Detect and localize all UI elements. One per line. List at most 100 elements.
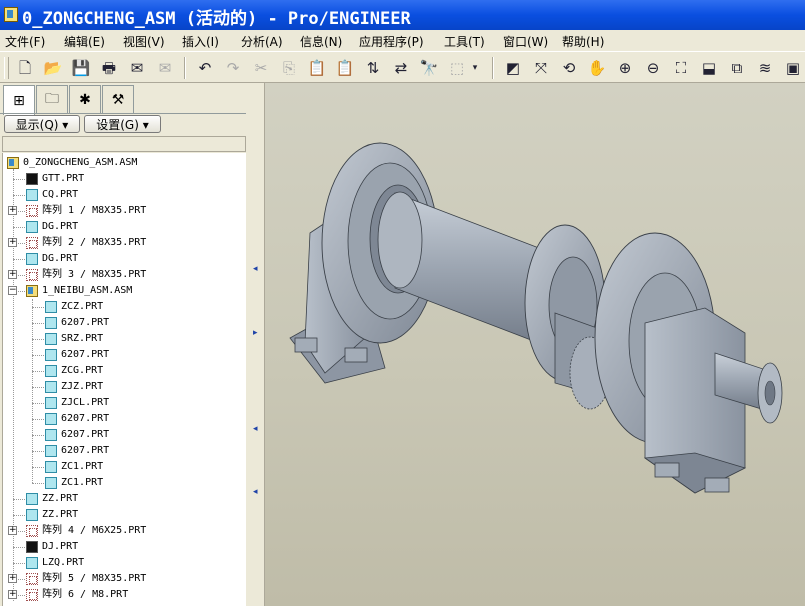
part-icon (26, 253, 38, 265)
pan-hand-icon[interactable]: ✋ (586, 57, 608, 79)
toolbar-grip[interactable] (4, 57, 9, 79)
tree-item-label: CQ.PRT (42, 189, 79, 200)
select-box-icon[interactable]: ⬚ (446, 57, 468, 79)
copy-icon[interactable]: ⎘ (278, 57, 300, 79)
menu-help[interactable]: 帮助(H) (562, 33, 604, 50)
find-icon[interactable]: 🔭 (418, 57, 440, 79)
part-icon (45, 477, 57, 489)
tree-item-label: ZJZ.PRT (61, 381, 104, 392)
tree-item-label: 6207.PRT (61, 349, 110, 360)
redo-icon[interactable]: ↷ (222, 57, 244, 79)
menu-edit[interactable]: 编辑(E) (64, 33, 105, 50)
pattern-icon (26, 269, 38, 281)
mail-recipient-icon[interactable]: ✉ (154, 57, 176, 79)
tree-item-label: 阵列 6 / M8.PRT (42, 589, 129, 600)
pattern-icon (26, 525, 38, 537)
menu-view[interactable]: 视图(V) (123, 33, 165, 50)
saved-views-icon[interactable]: ⧉ (726, 57, 748, 79)
expand-node-icon[interactable]: + (8, 590, 17, 599)
expand-node-icon[interactable]: + (8, 574, 17, 583)
tree-guide-line (13, 515, 25, 516)
tree-item-label: 阵列 4 / M6X25.PRT (42, 525, 147, 536)
menu-tools[interactable]: 工具(T) (444, 33, 485, 50)
collapse-node-icon[interactable]: − (8, 286, 17, 295)
tree-guide-line (32, 483, 44, 484)
toolbar-separator (492, 57, 494, 79)
expand-node-icon[interactable]: + (8, 206, 17, 215)
tree-guide-line (32, 419, 44, 420)
tree-guide-line (13, 499, 25, 500)
toolbar-separator (184, 57, 186, 79)
tab-folder-browser[interactable]: 🗀 (36, 85, 68, 113)
app-icon (4, 7, 18, 22)
tree-guide-line (32, 355, 44, 356)
display-dropdown[interactable]: 显示(Q) ▾ (4, 115, 80, 133)
menu-bar: 文件(F) 编辑(E) 视图(V) 插入(I) 分析(A) 信息(N) 应用程序… (0, 30, 805, 51)
zoom-out-icon[interactable]: ⊖ (642, 57, 664, 79)
collapse-arrow-icon[interactable]: ◂ (253, 488, 258, 497)
chevron-down-icon[interactable]: ▾ (468, 57, 482, 79)
undo-icon[interactable]: ↶ (194, 57, 216, 79)
navigator-panel: ⊞ 🗀 ✱ ⚒ 显示(Q) ▾ 设置(G) ▾ 0_ZONGCHENG_ASM.… (0, 83, 250, 606)
menu-file[interactable]: 文件(F) (5, 33, 45, 50)
menu-window[interactable]: 窗口(W) (503, 33, 548, 50)
folder-icon: 🗀 (45, 90, 59, 107)
repaint-icon[interactable]: ◩ (502, 57, 524, 79)
tree-guide-line (13, 547, 25, 548)
collapse-arrow-icon[interactable]: ◂ (253, 425, 258, 434)
title-bar: 0_ZONGCHENG_ASM (活动的) - Pro/ENGINEER (0, 0, 805, 30)
settings-dropdown[interactable]: 设置(G) ▾ (84, 115, 161, 133)
menu-applications[interactable]: 应用程序(P) (359, 33, 424, 50)
model-display-icon[interactable]: ▣ (782, 57, 804, 79)
part-icon (45, 317, 57, 329)
tree-item-label: ZC1.PRT (61, 461, 104, 472)
tree-guide-line (32, 371, 44, 372)
open-folder-icon[interactable]: 📂 (42, 57, 64, 79)
layers-icon[interactable]: ≋ (754, 57, 776, 79)
regenerate-icon[interactable]: ⇅ (362, 57, 384, 79)
menu-analysis[interactable]: 分析(A) (241, 33, 283, 50)
expand-node-icon[interactable]: + (8, 270, 17, 279)
tab-model-tree[interactable]: ⊞ (3, 85, 35, 115)
part-icon (45, 301, 57, 313)
regenerate-manager-icon[interactable]: ⇄ (390, 57, 412, 79)
part-icon (45, 333, 57, 345)
graphics-window[interactable] (265, 83, 805, 606)
spin-center-icon[interactable]: ⤧ (530, 57, 552, 79)
refit-icon[interactable]: ⛶ (670, 57, 692, 79)
tab-connections[interactable]: ⚒ (102, 85, 134, 113)
paste-icon[interactable]: 📋 (306, 57, 328, 79)
tree-item-label: 6207.PRT (61, 445, 110, 456)
tree-item-label: LZQ.PRT (42, 557, 85, 568)
part-icon (45, 445, 57, 457)
mail-icon[interactable]: ✉ (126, 57, 148, 79)
part-icon (45, 397, 57, 409)
black-part-icon (26, 541, 38, 553)
menu-insert[interactable]: 插入(I) (182, 33, 219, 50)
expand-node-icon[interactable]: + (8, 238, 17, 247)
paste-special-icon[interactable]: 📋 (334, 57, 356, 79)
part-icon (45, 461, 57, 473)
save-icon[interactable]: 💾 (70, 57, 92, 79)
zoom-in-icon[interactable]: ⊕ (614, 57, 636, 79)
tree-item-label: DJ.PRT (42, 541, 79, 552)
reorient-icon[interactable]: ⬓ (698, 57, 720, 79)
pattern-icon (26, 237, 38, 249)
tree-item-label: ZZ.PRT (42, 509, 79, 520)
cut-icon[interactable]: ✂ (250, 57, 272, 79)
model-tree-icon: ⊞ (13, 92, 25, 109)
orient-mode-icon[interactable]: ⟲ (558, 57, 580, 79)
tab-divider (0, 113, 250, 114)
expand-arrow-icon[interactable]: ▸ (253, 329, 258, 338)
expand-node-icon[interactable]: + (8, 526, 17, 535)
print-icon[interactable]: 🖶 (98, 57, 120, 79)
star-icon: ✱ (79, 91, 91, 108)
tree-item-label: ZZ.PRT (42, 493, 79, 504)
menu-info[interactable]: 信息(N) (300, 33, 342, 50)
collapse-arrow-icon[interactable]: ◂ (253, 265, 258, 274)
tab-favorites[interactable]: ✱ (69, 85, 101, 113)
part-icon (26, 557, 38, 569)
tree-item-label: ZCZ.PRT (61, 301, 104, 312)
new-file-icon[interactable]: 🗋 (14, 57, 36, 79)
panel-splitter[interactable]: ◂ ▸ ◂ ◂ (250, 83, 265, 606)
